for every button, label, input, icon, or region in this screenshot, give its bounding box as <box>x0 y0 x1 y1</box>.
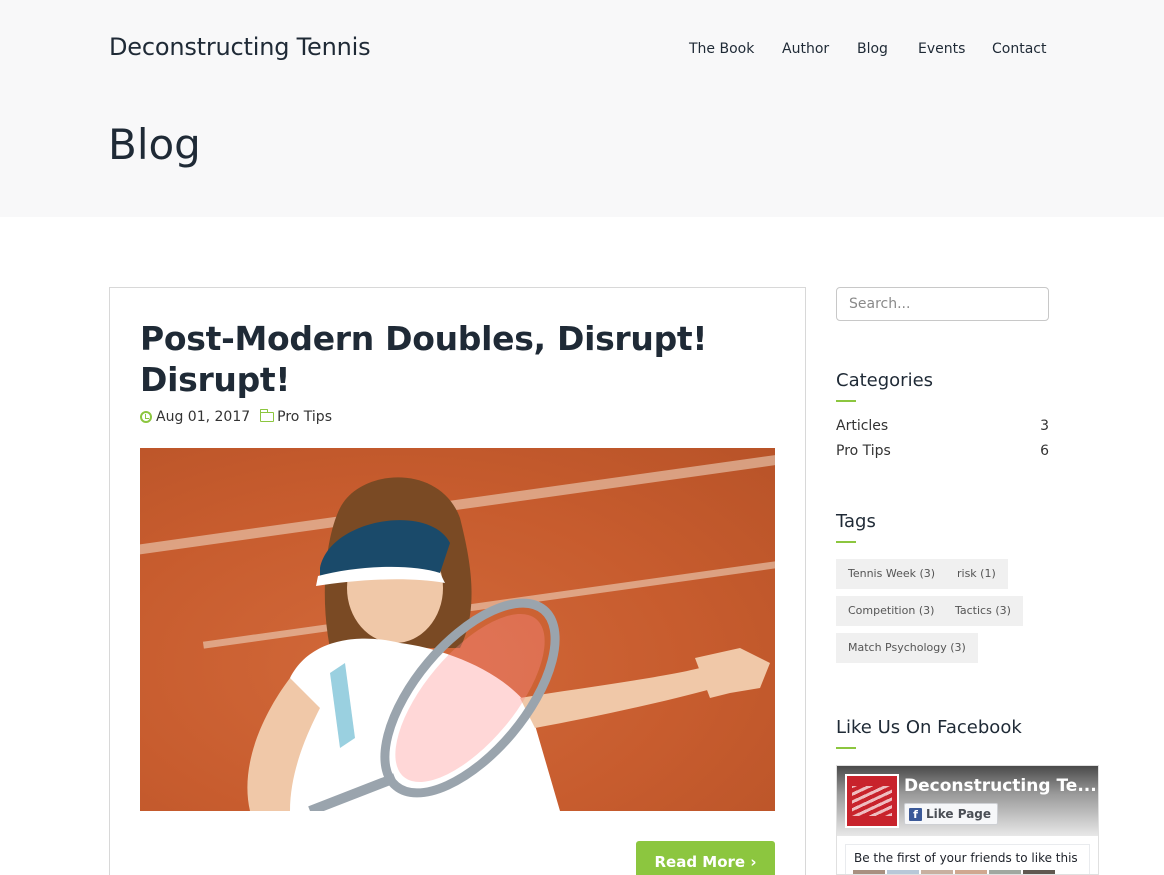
post-meta: Aug 01, 2017 Pro Tips <box>140 409 332 425</box>
facebook-page-name[interactable]: Deconstructing Te... <box>904 776 1097 796</box>
post-category[interactable]: Pro Tips <box>277 409 332 425</box>
page-header: Deconstructing Tennis The Book Author Bl… <box>0 0 1164 217</box>
avatar <box>853 870 885 874</box>
post-date: Aug 01, 2017 <box>156 409 251 425</box>
tag-risk[interactable]: risk (1) <box>945 559 1008 589</box>
tag-competition[interactable]: Competition (3) <box>836 596 947 626</box>
blog-post-card: Post-Modern Doubles, Disrupt! Disrupt! A… <box>109 287 806 875</box>
facebook-friends-text: Be the first of your friends to like thi… <box>854 851 1078 865</box>
avatar <box>1023 870 1055 874</box>
category-count: 3 <box>1040 418 1049 434</box>
tennis-player-illustration <box>247 477 770 811</box>
search-input[interactable] <box>836 287 1049 321</box>
tags-underline <box>836 541 856 543</box>
facebook-page-widget: Deconstructing Te... f Like Page Be the … <box>836 765 1099 875</box>
avatar <box>887 870 919 874</box>
avatar <box>955 870 987 874</box>
page-title: Blog <box>108 120 201 169</box>
tags-title: Tags <box>836 511 876 532</box>
folder-icon <box>259 409 275 422</box>
clock-icon <box>140 411 152 423</box>
facebook-friend-faces <box>853 870 1055 874</box>
category-name: Pro Tips <box>836 443 891 459</box>
read-more-button[interactable]: Read More › <box>636 841 775 875</box>
tag-tennis-week[interactable]: Tennis Week (3) <box>836 559 948 589</box>
nav-item-blog[interactable]: Blog <box>857 41 888 57</box>
category-name: Articles <box>836 418 889 434</box>
post-title[interactable]: Post-Modern Doubles, Disrupt! Disrupt! <box>140 318 780 400</box>
post-featured-image[interactable] <box>140 448 775 811</box>
category-item-articles[interactable]: Articles 3 <box>836 418 1049 434</box>
main-nav: The Book Author Blog Events Contact <box>0 41 1164 61</box>
category-count: 6 <box>1040 443 1049 459</box>
nav-item-author[interactable]: Author <box>782 41 829 57</box>
facebook-page-avatar[interactable] <box>845 774 899 828</box>
nav-item-contact[interactable]: Contact <box>992 41 1046 57</box>
facebook-title: Like Us On Facebook <box>836 717 1022 738</box>
nav-item-events[interactable]: Events <box>918 41 965 57</box>
facebook-underline <box>836 747 856 749</box>
avatar <box>989 870 1021 874</box>
facebook-like-label: Like Page <box>926 807 992 821</box>
tag-tactics[interactable]: Tactics (3) <box>943 596 1023 626</box>
nav-item-the-book[interactable]: The Book <box>689 41 754 57</box>
category-item-pro-tips[interactable]: Pro Tips 6 <box>836 443 1049 459</box>
facebook-like-button[interactable]: f Like Page <box>904 803 999 825</box>
tag-match-psychology[interactable]: Match Psychology (3) <box>836 633 978 663</box>
categories-underline <box>836 400 856 402</box>
avatar <box>921 870 953 874</box>
categories-title: Categories <box>836 370 934 391</box>
facebook-icon: f <box>909 807 922 821</box>
